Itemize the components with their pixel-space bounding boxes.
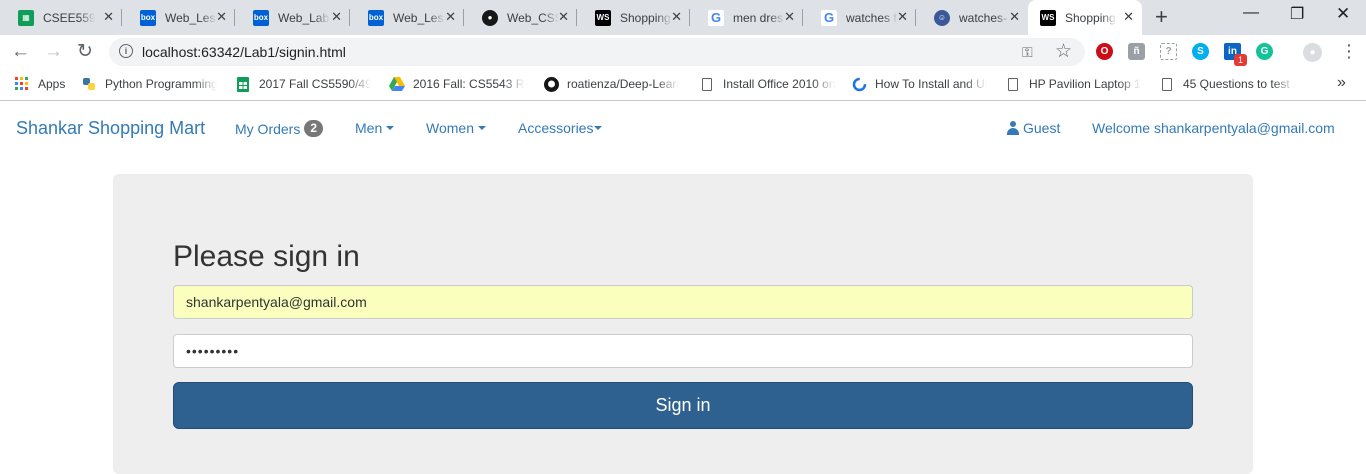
bookmark-star-icon[interactable]: ☆ <box>1055 40 1072 63</box>
bookmark-hp[interactable]: HP Pavilion Laptop 15 <box>1005 76 1141 92</box>
bookmark-office[interactable]: Install Office 2010 on <box>699 76 835 92</box>
bookmark-45-questions[interactable]: 45 Questions to test a <box>1159 76 1295 92</box>
bookmarks-overflow-icon[interactable]: » <box>1337 74 1346 92</box>
profile-avatar-icon[interactable]: ● <box>1303 43 1322 62</box>
nav-men-label: Men <box>355 120 383 136</box>
sheets-icon: ▦ <box>18 9 34 26</box>
close-tab-icon[interactable]: ✕ <box>445 10 456 24</box>
tab-2[interactable]: box Web_Less ✕ <box>122 0 235 35</box>
tab-10-active[interactable]: WS Shopping ✕ <box>1028 0 1142 35</box>
signin-panel <box>113 174 1253 474</box>
avatar-icon: ☺ <box>934 9 950 26</box>
apps-grid-icon <box>14 76 30 92</box>
tab-7[interactable]: G men dres ✕ <box>690 0 803 35</box>
menu-kebab-icon[interactable]: ⋮ <box>1340 40 1358 62</box>
webstorm-icon: WS <box>595 9 611 26</box>
grammarly-icon[interactable]: G <box>1256 43 1273 60</box>
close-tab-icon[interactable]: ✕ <box>558 10 569 24</box>
nav-accessories-dropdown[interactable]: Accessories <box>518 120 603 136</box>
tab-9[interactable]: ☺ watches- ✕ <box>916 0 1028 35</box>
new-tab-button[interactable]: + <box>1155 6 1168 28</box>
github-icon <box>543 76 559 92</box>
close-tab-icon[interactable]: ✕ <box>784 10 795 24</box>
page-icon <box>699 76 715 92</box>
tab-3[interactable]: box Web_Lab ✕ <box>235 0 350 35</box>
nav-welcome-user[interactable]: Welcome shankarpentyala@gmail.com <box>1092 120 1335 136</box>
extension-icon[interactable]: ? <box>1160 43 1177 60</box>
nav-women-dropdown[interactable]: Women <box>426 120 486 136</box>
password-field[interactable] <box>173 334 1193 368</box>
page-icon <box>1005 76 1021 92</box>
python-icon <box>81 76 97 92</box>
signin-heading: Please sign in <box>173 240 360 273</box>
info-icon[interactable]: i <box>119 44 133 58</box>
minimize-button[interactable]: — <box>1243 4 1259 22</box>
github-icon: ● <box>482 9 498 26</box>
box-icon: box <box>253 9 269 26</box>
tab-5[interactable]: ● Web_CSS ✕ <box>464 0 577 35</box>
close-tab-icon[interactable]: ✕ <box>331 10 342 24</box>
box-icon: box <box>368 9 384 26</box>
restore-button[interactable]: ❐ <box>1290 4 1304 24</box>
box-icon: box <box>140 9 156 26</box>
user-icon <box>1007 121 1019 135</box>
tab-4[interactable]: box Web_Less ✕ <box>350 0 464 35</box>
bookmark-howto[interactable]: How To Install and Us <box>851 76 987 92</box>
tab-6[interactable]: WS Shopping ✕ <box>577 0 690 35</box>
caret-down-icon <box>386 126 395 130</box>
webstorm-icon: WS <box>1040 9 1056 26</box>
site-brand[interactable]: Shankar Shopping Mart <box>16 118 205 139</box>
nav-men-dropdown[interactable]: Men <box>355 120 395 136</box>
reload-icon[interactable]: ↻ <box>77 41 93 63</box>
extension-icon[interactable]: ñ <box>1128 43 1145 60</box>
close-window-button[interactable]: ✕ <box>1336 4 1350 24</box>
sheets-icon <box>235 76 251 92</box>
tab-8[interactable]: G watches f ✕ <box>803 0 916 35</box>
forward-arrow-icon[interactable]: → <box>44 41 63 63</box>
bookmark-github[interactable]: roatienza/Deep-Learn <box>543 76 679 92</box>
tab-strip: ▦ CSEE5590 ✕ box Web_Less ✕ box Web_Lab … <box>0 0 1366 35</box>
page-icon <box>1159 76 1175 92</box>
key-icon[interactable]: ⚿ <box>1022 44 1033 61</box>
caret-down-icon <box>594 126 603 130</box>
bookmark-python[interactable]: Python Programming <box>81 76 217 92</box>
close-tab-icon[interactable]: ✕ <box>216 10 227 24</box>
nav-accessories-label: Accessories <box>518 120 594 136</box>
bookmark-sheets[interactable]: 2017 Fall CS5590/490 <box>235 76 371 92</box>
signin-button[interactable]: Sign in <box>173 382 1193 429</box>
close-tab-icon[interactable]: ✕ <box>897 10 908 24</box>
nav-guest-label: Guest <box>1023 120 1061 136</box>
orders-count-badge: 2 <box>304 120 324 137</box>
nav-women-label: Women <box>426 120 474 136</box>
circle-arrow-icon <box>851 76 867 92</box>
bookmark-apps[interactable]: Apps <box>14 76 65 92</box>
close-tab-icon[interactable]: ✕ <box>103 10 114 24</box>
url-text[interactable]: localhost:63342/Lab1/signin.html <box>142 44 346 60</box>
close-tab-icon[interactable]: ✕ <box>1123 10 1134 24</box>
email-field[interactable] <box>173 285 1193 319</box>
nav-guest[interactable]: Guest <box>1007 120 1060 136</box>
nav-my-orders[interactable]: My Orders 2 <box>235 120 324 137</box>
back-arrow-icon[interactable]: ← <box>11 41 30 63</box>
close-tab-icon[interactable]: ✕ <box>1009 10 1020 24</box>
nav-my-orders-label: My Orders <box>235 120 301 137</box>
skype-icon[interactable]: S <box>1192 43 1209 60</box>
close-tab-icon[interactable]: ✕ <box>671 10 682 24</box>
bookmark-drive[interactable]: 2016 Fall: CS5543 Rea <box>389 76 525 92</box>
opera-icon[interactable]: O <box>1096 43 1113 60</box>
caret-down-icon <box>477 126 486 130</box>
tab-1[interactable]: ▦ CSEE5590 ✕ <box>0 0 122 35</box>
notification-badge: 1 <box>1234 54 1247 66</box>
google-icon: G <box>821 9 837 26</box>
drive-icon <box>389 76 405 92</box>
google-icon: G <box>708 9 724 26</box>
